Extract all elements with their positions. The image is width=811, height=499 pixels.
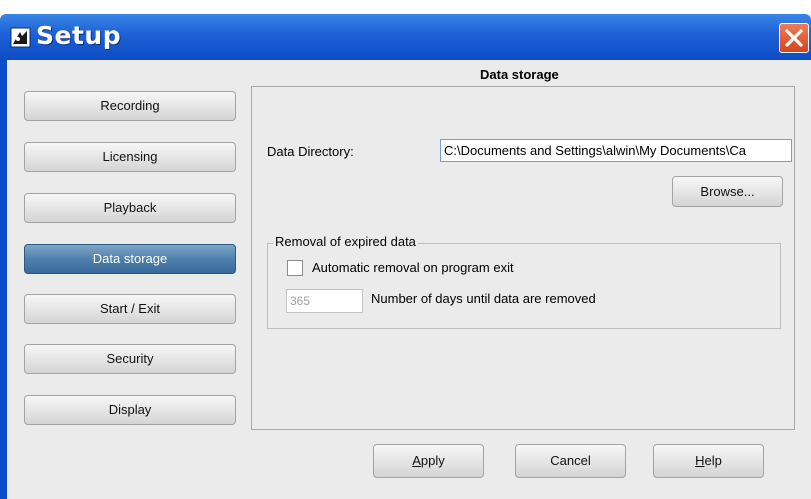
data-directory-label: Data Directory: [267,144,354,159]
apply-button[interactable]: Apply [373,444,484,478]
removal-group-title: Removal of expired data [273,234,418,249]
help-mnemonic: H [695,453,705,468]
help-label-rest: elp [704,453,722,468]
browse-button[interactable]: Browse... [672,176,783,207]
page-title: Data storage [480,67,559,82]
sidebar-item-display[interactable]: Display [24,395,236,425]
close-x-icon [785,29,803,47]
setup-app-icon [10,27,31,48]
sidebar-item-playback[interactable]: Playback [24,193,236,223]
apply-label-rest: pply [420,453,445,468]
setup-window: Setup Data storage Recording Licensing P… [0,0,811,499]
days-until-removal-input[interactable] [286,289,363,313]
auto-removal-checkbox[interactable] [287,260,303,276]
sidebar-item-recording[interactable]: Recording [24,91,236,121]
sidebar-item-security[interactable]: Security [24,344,236,374]
auto-removal-label[interactable]: Automatic removal on program exit [312,260,514,275]
days-until-removal-label: Number of days until data are removed [371,291,596,306]
apply-mnemonic: A [412,453,421,468]
cancel-button[interactable]: Cancel [515,444,626,478]
close-button[interactable] [779,23,809,53]
data-directory-input[interactable] [440,139,792,162]
sidebar-item-licensing[interactable]: Licensing [24,142,236,172]
sidebar-item-start-exit[interactable]: Start / Exit [24,294,236,324]
title-bar[interactable]: Setup [0,14,811,60]
help-button[interactable]: Help [653,444,764,478]
window-title: Setup [36,21,122,50]
removal-group-box [267,243,781,329]
sidebar-item-data-storage[interactable]: Data storage [24,244,236,274]
